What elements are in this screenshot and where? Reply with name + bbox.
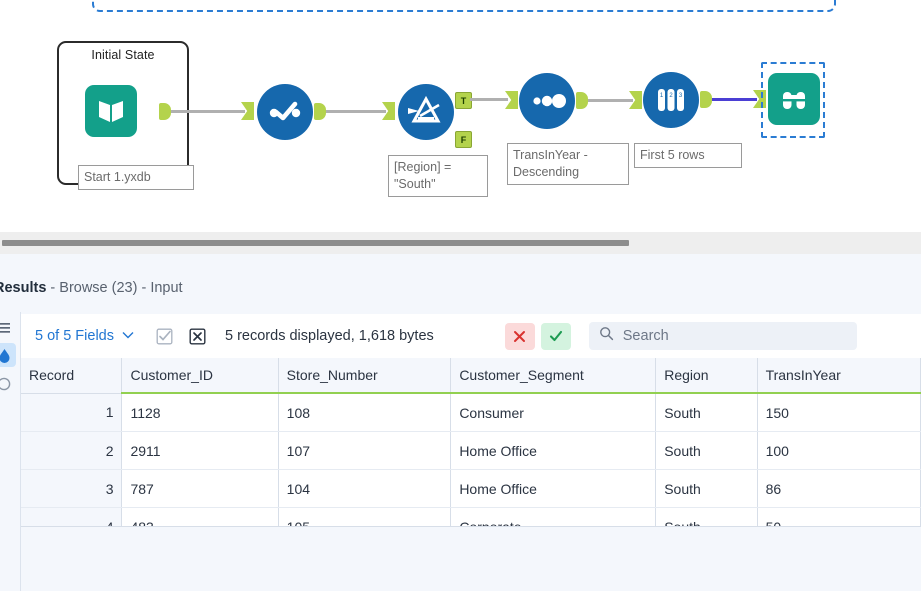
- confirm-button[interactable]: [540, 322, 571, 350]
- search-input[interactable]: Search: [588, 322, 857, 350]
- test-tubes-icon: 1 2 3: [643, 72, 699, 128]
- annotation-sample: First 5 rows: [634, 143, 742, 168]
- cell-store-number: 104: [278, 469, 452, 508]
- binoculars-icon: [768, 73, 820, 125]
- tool-container-title: Initial State: [91, 48, 155, 62]
- annotation-sort: TransInYear - Descending: [507, 143, 629, 185]
- record-count-info: 5 records displayed, 1,618 bytes: [225, 328, 434, 344]
- select-tool[interactable]: [257, 84, 313, 140]
- sample-tool[interactable]: 1 2 3: [643, 72, 699, 128]
- table-row[interactable]: 2 2911 107 Home Office South 100: [21, 431, 921, 470]
- droplet-icon[interactable]: [0, 343, 16, 367]
- sample-output-anchor[interactable]: [700, 91, 712, 108]
- input-data-tool[interactable]: [85, 85, 137, 137]
- cell-customer-segment: Home Office: [450, 469, 657, 508]
- fields-selector[interactable]: 5 of 5 Fields: [35, 328, 134, 344]
- browse-tool[interactable]: [768, 73, 820, 125]
- annotation-filter: [Region] = "South": [388, 155, 488, 197]
- cell-customer-segment: Home Office: [450, 431, 657, 470]
- column-header-record[interactable]: Record: [21, 358, 123, 394]
- column-header-store-number[interactable]: Store_Number: [278, 358, 452, 394]
- column-header-customer-segment[interactable]: Customer_Segment: [450, 358, 657, 394]
- wire-sample-to-browse-selected[interactable]: [712, 98, 757, 101]
- results-title-rest: - Browse (23) - Input: [46, 280, 183, 296]
- chevron-down-icon: [122, 330, 134, 342]
- cancel-button[interactable]: [504, 322, 535, 350]
- table-row[interactable]: 3 787 104 Home Office South 86: [21, 469, 921, 508]
- cell-region: South: [655, 431, 758, 470]
- results-left-rail: [0, 312, 21, 591]
- wire-select-to-filter[interactable]: [326, 110, 386, 113]
- annotation-input-data: Start 1.yxdb: [78, 165, 194, 190]
- search-icon: [599, 326, 614, 346]
- check-circle-icon: [257, 84, 313, 140]
- column-header-trans-in-year[interactable]: TransInYear: [757, 358, 921, 394]
- results-toolbar: 5 of 5 Fields 5 records displayed, 1,618…: [21, 314, 921, 359]
- cell-trans-in-year: 150: [757, 393, 921, 432]
- column-header-region[interactable]: Region: [655, 358, 758, 394]
- cell-customer-id: 787: [121, 469, 279, 508]
- select-output-anchor[interactable]: [314, 103, 326, 120]
- funnel-icon: [398, 84, 454, 140]
- checkbox-x-icon[interactable]: [187, 326, 208, 347]
- cell-region: South: [655, 469, 758, 508]
- search-placeholder: Search: [622, 328, 669, 344]
- checkbox-checked-icon[interactable]: [154, 326, 175, 347]
- upper-tool-container-selected[interactable]: [92, 0, 836, 12]
- table-row[interactable]: 1 1128 108 Consumer South 150: [21, 393, 921, 432]
- cell-customer-segment: Consumer: [450, 393, 657, 432]
- wire-sort-to-sample[interactable]: [588, 99, 633, 102]
- list-icon[interactable]: [0, 316, 16, 340]
- cell-customer-id: 1128: [121, 393, 279, 432]
- cell-store-number: 107: [278, 431, 452, 470]
- sort-output-anchor[interactable]: [576, 92, 588, 109]
- column-header-customer-id[interactable]: Customer_ID: [121, 358, 279, 394]
- three-dots-icon: [519, 73, 575, 129]
- results-title-bold: Results: [0, 280, 47, 296]
- table-header-row: Record Customer_ID Store_Number Customer…: [21, 358, 921, 394]
- input-data-output-anchor[interactable]: [159, 103, 171, 120]
- cell-trans-in-year: 86: [757, 469, 921, 508]
- alteryx-designer-window: Initial State Start 1.yxdb T F [Region] …: [0, 0, 921, 591]
- cell-store-number: 108: [278, 393, 452, 432]
- filter-tool[interactable]: [398, 84, 454, 140]
- book-icon: [85, 85, 137, 137]
- cell-record: 2: [21, 431, 123, 470]
- wire-filter-to-sort[interactable]: [470, 98, 508, 101]
- cell-customer-id: 2911: [121, 431, 279, 470]
- pane-splitter[interactable]: [0, 232, 921, 255]
- results-pane: Results - Browse (23) - Input: [0, 254, 921, 591]
- workflow-canvas[interactable]: Initial State Start 1.yxdb T F [Region] …: [0, 0, 921, 232]
- results-title: Results - Browse (23) - Input: [0, 280, 183, 296]
- sort-tool[interactable]: [519, 73, 575, 129]
- wire-input-to-select[interactable]: [171, 110, 245, 113]
- fields-selector-label: 5 of 5 Fields: [35, 328, 114, 344]
- table-empty-area: [21, 526, 921, 591]
- horizontal-scrollbar-thumb[interactable]: [2, 240, 629, 246]
- cell-record: 3: [21, 469, 123, 508]
- cell-record: 1: [21, 393, 123, 432]
- circle-icon[interactable]: [0, 372, 16, 396]
- cell-region: South: [655, 393, 758, 432]
- cell-trans-in-year: 100: [757, 431, 921, 470]
- filter-false-anchor[interactable]: F: [455, 131, 472, 148]
